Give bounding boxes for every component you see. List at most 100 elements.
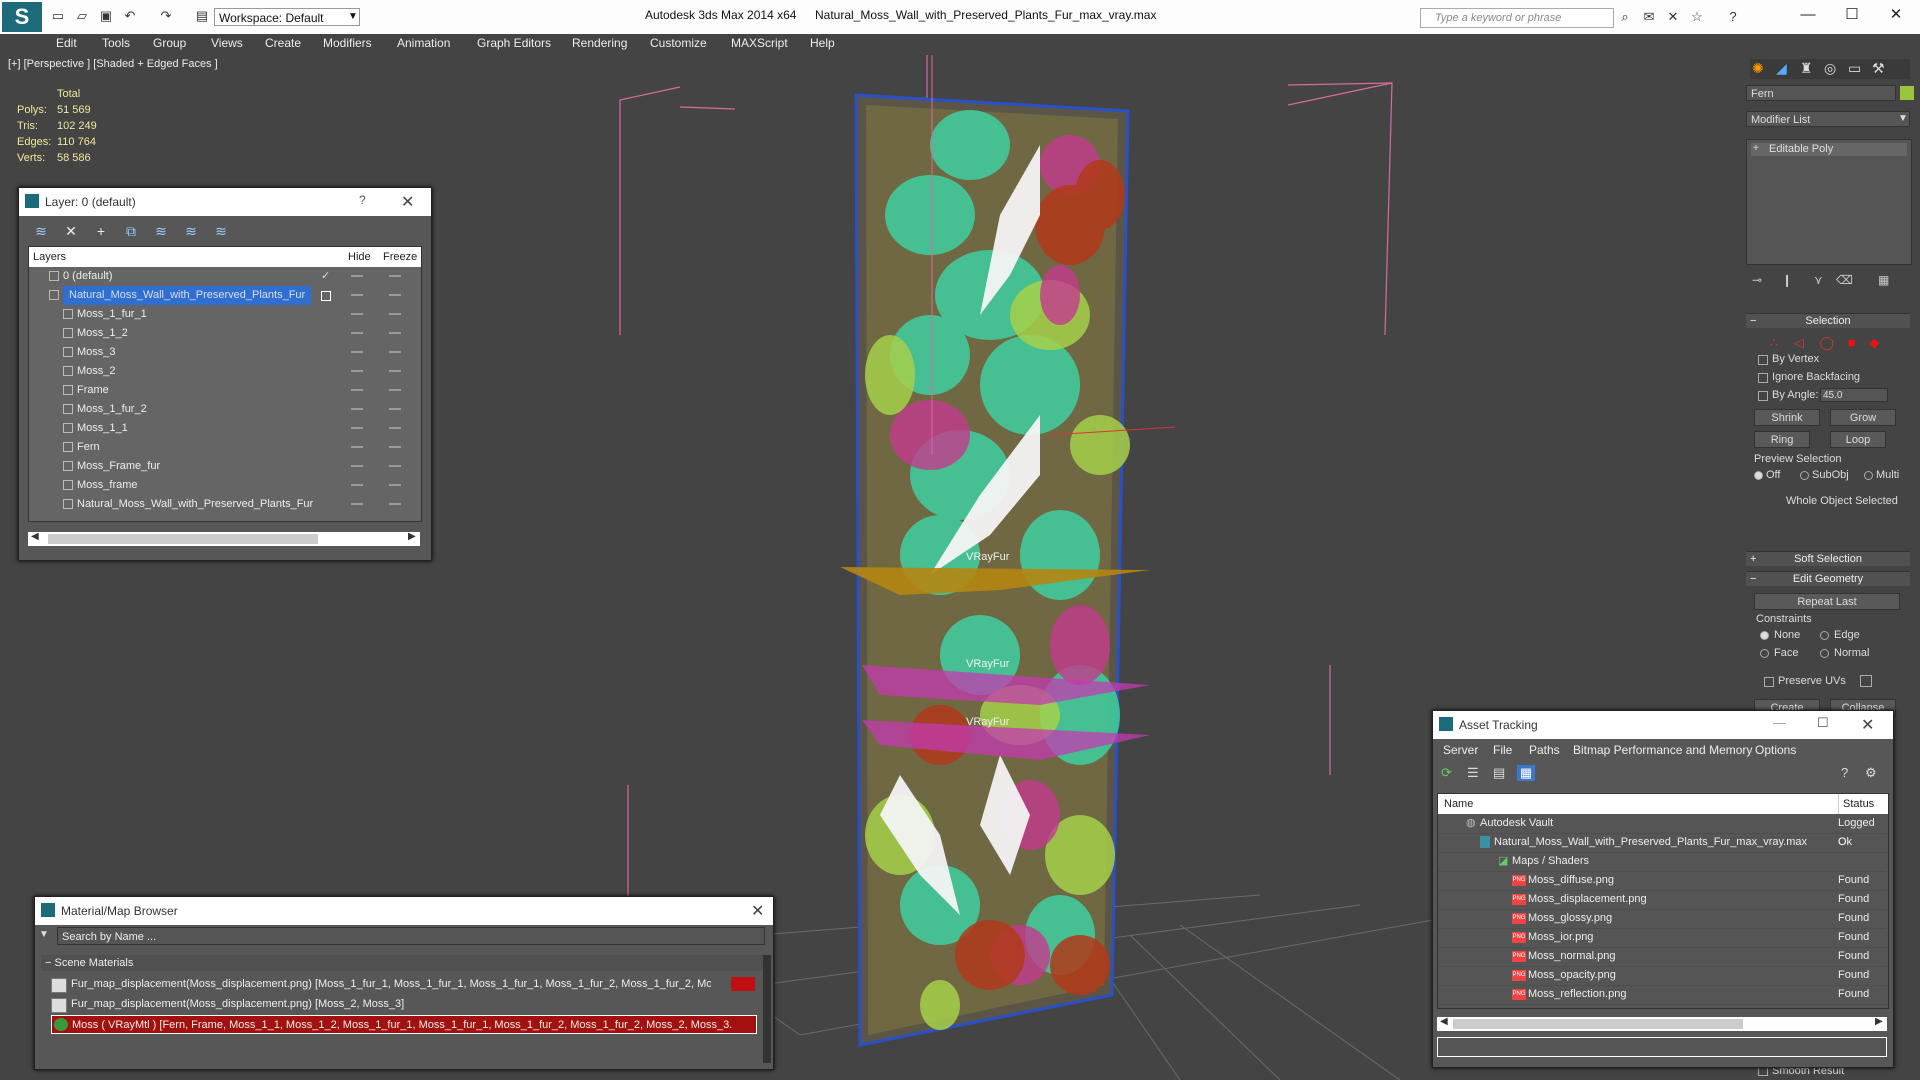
current-layer-checkbox[interactable]	[321, 291, 331, 301]
preview-off-radio[interactable]	[1754, 471, 1763, 480]
material-row-selected[interactable]: Moss ( VRayMtl ) [Fern, Frame, Moss_1_1,…	[51, 1015, 757, 1034]
favorites-star-icon[interactable]: ☆	[1688, 9, 1706, 25]
close-icon[interactable]: ✕	[1861, 715, 1874, 735]
freeze-toggle[interactable]	[389, 294, 401, 296]
layer-row[interactable]: Moss_frame	[29, 476, 421, 495]
horizontal-scrollbar[interactable]: ◀ ▶	[28, 531, 420, 546]
selection-rollout[interactable]: − Selection	[1746, 313, 1910, 328]
asset-row[interactable]: PNG Moss_diffuse.png Found	[1438, 871, 1886, 891]
help-icon[interactable]: ?	[359, 193, 366, 207]
scroll-left-icon[interactable]: ◀	[31, 531, 39, 542]
save-file-icon[interactable]: ▣	[98, 8, 114, 24]
hide-toggle[interactable]	[351, 484, 363, 486]
hide-toggle[interactable]	[351, 503, 363, 505]
layer-window-title-bar[interactable]: Layer: 0 (default)	[19, 188, 431, 216]
new-file-icon[interactable]: ▭	[50, 8, 66, 24]
asset-row[interactable]: PNG Moss_reflection.png Found	[1438, 985, 1886, 1005]
menu-server[interactable]: Server	[1443, 739, 1478, 761]
menu-options[interactable]: Options	[1755, 739, 1796, 761]
layer-row[interactable]: Moss_1_fur_1	[29, 305, 421, 324]
menu-views[interactable]: Views	[211, 36, 243, 50]
asset-row[interactable]: PNG Moss_glossy.png Found	[1438, 909, 1886, 929]
material-browser-title-bar[interactable]: Material/Map Browser	[35, 897, 773, 925]
hide-toggle[interactable]	[351, 370, 363, 372]
polygon-icon[interactable]: ■	[1848, 335, 1856, 350]
hide-toggle[interactable]	[351, 389, 363, 391]
preserve-uvs-settings-icon[interactable]	[1860, 675, 1872, 687]
hide-toggle[interactable]	[351, 427, 363, 429]
angle-spinner-input[interactable]: 45.0	[1820, 388, 1888, 402]
layer-row[interactable]: Fern	[29, 438, 421, 457]
menu-paths[interactable]: Paths	[1529, 739, 1560, 761]
hide-toggle[interactable]	[351, 351, 363, 353]
freeze-toggle[interactable]	[389, 484, 401, 486]
hide-toggle[interactable]	[351, 313, 363, 315]
freeze-toggle[interactable]	[389, 503, 401, 505]
open-file-icon[interactable]: ▱	[74, 8, 90, 24]
scrollbar-thumb[interactable]	[1453, 1019, 1743, 1029]
close-icon[interactable]: ✕	[751, 901, 764, 921]
vertex-icon[interactable]: ∴	[1770, 335, 1778, 350]
menu-customize[interactable]: Customize	[650, 36, 707, 50]
redo-icon[interactable]: ↷	[158, 8, 174, 24]
utilities-tab-icon[interactable]: ⚒	[1872, 60, 1885, 77]
column-layers[interactable]: Layers	[33, 247, 66, 267]
menu-graph-editors[interactable]: Graph Editors	[477, 36, 551, 50]
preview-subobj-radio[interactable]	[1800, 471, 1809, 480]
menu-modifiers[interactable]: Modifiers	[323, 36, 372, 50]
configure-sets-icon[interactable]: ▦	[1878, 273, 1889, 287]
asset-row[interactable]: PNG Moss_opacity.png Found	[1438, 966, 1886, 986]
column-status[interactable]: Status	[1838, 794, 1874, 814]
freeze-toggle[interactable]	[389, 446, 401, 448]
hide-toggle[interactable]	[351, 332, 363, 334]
preserve-uvs-checkbox[interactable]	[1764, 677, 1774, 687]
ignore-backfacing-checkbox[interactable]	[1758, 373, 1768, 383]
asset-row[interactable]: ◪ Maps / Shaders	[1438, 852, 1886, 872]
preview-multi-radio[interactable]	[1864, 471, 1873, 480]
moss-wall-model[interactable]	[840, 55, 1176, 1047]
chevron-down-icon[interactable]: ▼	[346, 8, 360, 26]
soft-selection-rollout[interactable]: + Soft Selection	[1746, 551, 1910, 566]
maximize-icon[interactable]: ☐	[1832, 4, 1872, 26]
hide-all-icon[interactable]: ≋	[183, 223, 199, 239]
exchange-icon[interactable]: ✕	[1664, 9, 1682, 25]
close-icon[interactable]: ✕	[1876, 4, 1916, 26]
display-tab-icon[interactable]: ▭	[1848, 60, 1861, 77]
viewport-label[interactable]: [+] [Perspective ] [Shaded + Edged Faces…	[8, 58, 218, 70]
column-freeze[interactable]: Freeze	[383, 247, 417, 267]
layer-row[interactable]: 0 (default) ✓	[29, 267, 421, 286]
asset-row[interactable]: Natural_Moss_Wall_with_Preserved_Plants_…	[1438, 833, 1886, 853]
scrollbar-thumb[interactable]	[48, 534, 318, 544]
repeat-last-button[interactable]: Repeat Last	[1754, 593, 1900, 610]
freeze-toggle[interactable]	[389, 370, 401, 372]
maximize-icon[interactable]: ☐	[1817, 715, 1829, 731]
menu-rendering[interactable]: Rendering	[572, 36, 627, 50]
asset-row[interactable]: PNG Moss_ior.png Found	[1438, 928, 1886, 948]
modifier-list-dropdown[interactable]: Modifier List	[1746, 111, 1910, 127]
show-end-result-icon[interactable]: ❙	[1782, 273, 1792, 287]
freeze-toggle[interactable]	[389, 465, 401, 467]
create-layer-icon[interactable]: ≋	[33, 223, 49, 239]
layer-row[interactable]: Frame	[29, 381, 421, 400]
hide-toggle[interactable]	[351, 465, 363, 467]
list-view-icon[interactable]: ☰	[1467, 765, 1479, 781]
element-icon[interactable]: ◆	[1869, 335, 1879, 350]
menu-edit[interactable]: Edit	[56, 36, 77, 50]
help-icon[interactable]: ?	[1841, 765, 1848, 780]
menu-tools[interactable]: Tools	[102, 36, 130, 50]
freeze-all-icon[interactable]: ≋	[213, 223, 229, 239]
help-icon[interactable]: ?	[1724, 9, 1742, 25]
scroll-left-icon[interactable]: ◀	[1440, 1016, 1448, 1027]
freeze-toggle[interactable]	[389, 275, 401, 277]
create-tab-icon[interactable]: ✺	[1752, 60, 1764, 77]
constraint-normal-radio[interactable]	[1820, 649, 1829, 658]
refresh-icon[interactable]: ⟳	[1441, 765, 1452, 781]
communication-icon[interactable]: ✉	[1640, 9, 1658, 25]
column-name[interactable]: Name	[1444, 794, 1473, 814]
material-row[interactable]: Fur_map_displacement(Moss_displacement.p…	[51, 995, 757, 1014]
scroll-right-icon[interactable]: ▶	[1875, 1016, 1883, 1027]
freeze-toggle[interactable]	[389, 427, 401, 429]
by-angle-checkbox[interactable]	[1758, 391, 1768, 401]
select-objects-icon[interactable]: ⧉	[123, 223, 139, 239]
layer-row[interactable]: Natural_Moss_Wall_with_Preserved_Plants_…	[29, 495, 421, 514]
